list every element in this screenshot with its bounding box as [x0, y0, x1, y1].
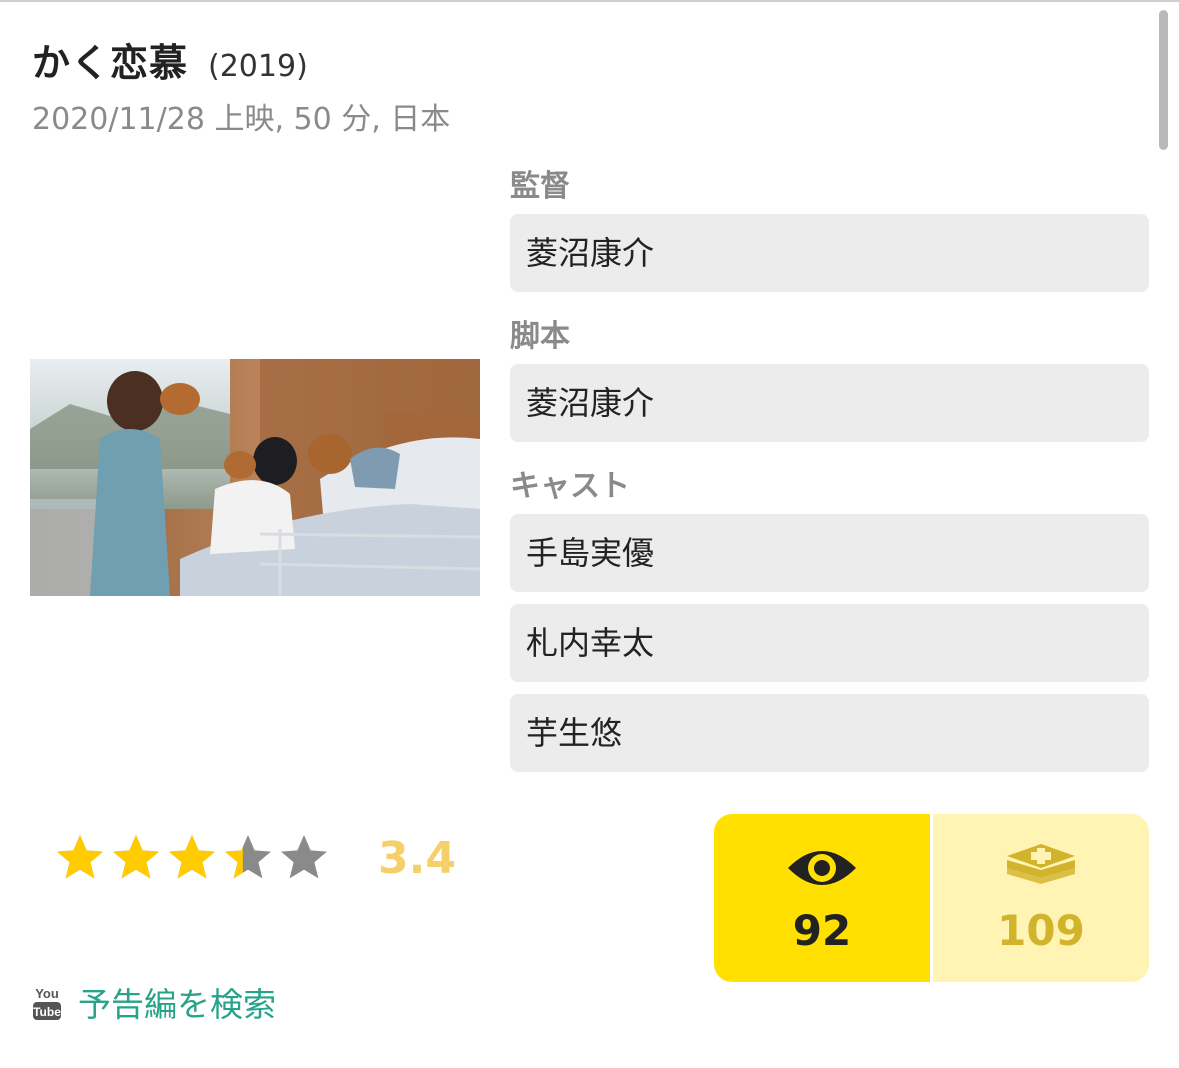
crew-panel: 監督 菱沼康介 脚本 菱沼康介 キャスト 手島実優 札内幸太 芋生悠: [510, 160, 1149, 784]
top-border: [0, 0, 1179, 2]
trailer-search-link[interactable]: You Tube 予告編を検索: [32, 978, 276, 1026]
rating-score: 3.4: [378, 832, 456, 884]
star-icon: [225, 835, 271, 879]
watched-count: 92: [792, 905, 852, 955]
youtube-icon: You Tube: [33, 986, 61, 1020]
title-row: かく恋慕 (2019): [32, 32, 308, 87]
director-label: 監督: [510, 169, 570, 204]
writer-label: 脚本: [510, 319, 570, 354]
rating: 3.4: [54, 832, 456, 884]
watched-button[interactable]: 92: [714, 814, 933, 982]
star-icon: [281, 835, 327, 879]
star-icon: [113, 835, 159, 879]
svg-text:You: You: [35, 986, 59, 1001]
trailer-search-label: 予告編を検索: [78, 985, 276, 1024]
scrollbar[interactable]: [1159, 10, 1168, 150]
movie-still-image[interactable]: [30, 359, 480, 596]
add-to-stack-icon: [1007, 843, 1075, 884]
want-to-watch-button[interactable]: 109: [933, 814, 1149, 982]
star-icon: [169, 835, 215, 879]
svg-text:Tube: Tube: [33, 1005, 61, 1019]
eye-icon: [788, 850, 856, 885]
cast-chip[interactable]: 芋生悠: [510, 694, 1149, 772]
want-count: 109: [997, 905, 1085, 955]
director-chip[interactable]: 菱沼康介: [510, 214, 1149, 292]
movie-meta: 2020/11/28 上映, 50 分, 日本: [32, 102, 451, 137]
movie-title: かく恋慕: [32, 41, 189, 85]
star-icon: [57, 835, 103, 879]
stats-panel: 92 109: [714, 814, 1149, 982]
cast-chip[interactable]: 札内幸太: [510, 604, 1149, 682]
writer-chip[interactable]: 菱沼康介: [510, 364, 1149, 442]
star-rating: [54, 832, 334, 884]
cast-chip[interactable]: 手島実優: [510, 514, 1149, 592]
cast-label: キャスト: [510, 469, 630, 504]
movie-year: (2019): [208, 49, 308, 84]
